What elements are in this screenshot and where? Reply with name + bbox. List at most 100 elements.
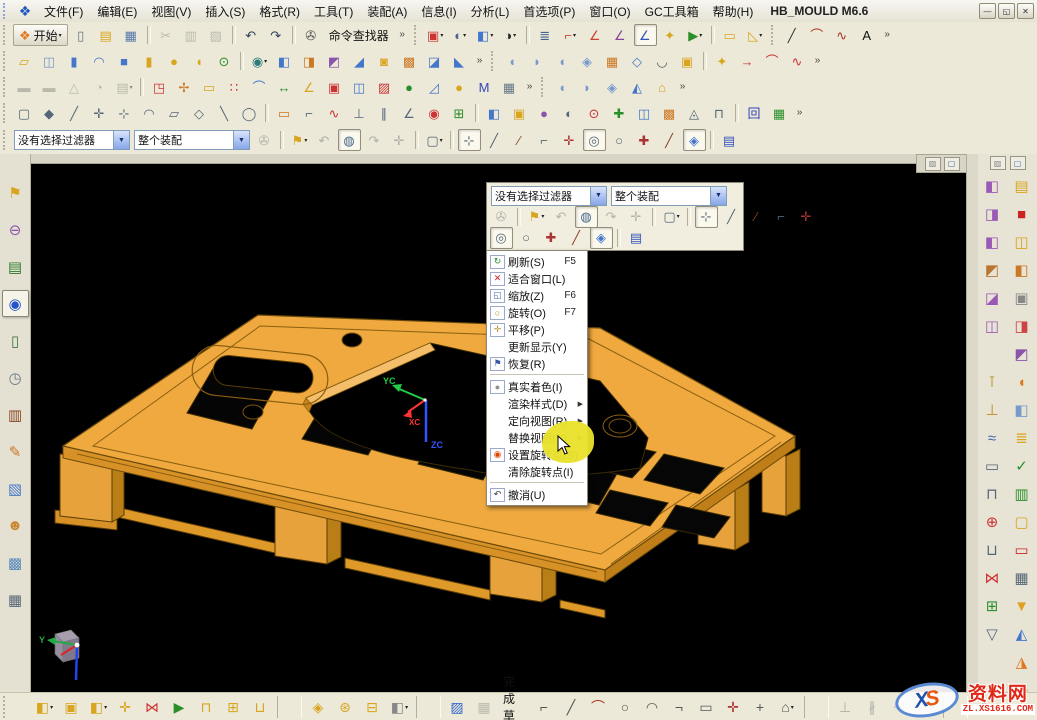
menu-update-display[interactable]: 更新显示(Y) <box>487 338 587 355</box>
sk-trim-icon[interactable]: ¬ <box>667 695 692 719</box>
snap-point-icon[interactable]: ⊹ <box>695 206 718 228</box>
sk-fillet-icon[interactable]: ◠ <box>640 695 665 719</box>
draft-icon[interactable]: ◣ <box>448 50 471 72</box>
snap-line-icon[interactable]: ╱ <box>658 129 681 151</box>
snap-point-icon[interactable]: ⊹ <box>458 129 481 151</box>
blend-icon[interactable]: ◖ <box>188 50 211 72</box>
snap-cross-icon[interactable]: ✛ <box>558 129 581 151</box>
snap-center-icon[interactable]: ◎ <box>490 227 513 249</box>
snap-end-icon[interactable]: ╱ <box>720 206 743 228</box>
menu-undo[interactable]: ↶ 撤消(U) <box>487 486 587 503</box>
hand-icon[interactable]: ✛ <box>625 206 648 228</box>
tool-icon[interactable]: ⊹ <box>113 102 136 124</box>
sk-studio-icon[interactable]: ⌂▾ <box>775 695 800 719</box>
line-icon[interactable]: ╱ <box>781 24 804 46</box>
mold-tool-icon[interactable]: ⋈ <box>979 565 1005 591</box>
vp-mini2-icon[interactable]: ▢ <box>944 157 960 171</box>
selection-scope-dropdown[interactable]: 整个装配 ▼ <box>134 130 250 150</box>
arc-icon[interactable]: ⌒ <box>806 24 829 46</box>
close-button[interactable]: ✕ <box>1017 3 1034 19</box>
mold-stack-icon[interactable]: ≣ <box>1009 425 1035 451</box>
people-icon[interactable]: ☻ <box>2 512 29 539</box>
tool-icon[interactable]: ◠ <box>138 102 161 124</box>
rect-select-icon[interactable]: ▢▾ <box>423 129 446 151</box>
copy-icon[interactable]: ▥ <box>180 24 203 46</box>
menu-item[interactable]: 分析(L) <box>464 1 517 22</box>
chevron-down-icon[interactable]: ▼ <box>590 187 606 205</box>
menu-zoom[interactable]: ◱ 缩放(Z) F6 <box>487 287 587 304</box>
add-component-icon[interactable]: ◧▾ <box>86 695 111 719</box>
frame-icon[interactable]: ▢ <box>1010 156 1026 170</box>
menu-item[interactable]: 装配(A) <box>360 1 414 22</box>
cut-icon[interactable]: ✂ <box>155 24 178 46</box>
mold-tool-icon[interactable]: ◫ <box>979 313 1005 339</box>
tool-icon[interactable]: ▣ <box>508 102 531 124</box>
restore-button[interactable]: ◱ <box>998 3 1015 19</box>
assembly-find-icon[interactable]: ▣ <box>59 695 84 719</box>
tool-icon[interactable]: ◉ <box>423 102 446 124</box>
undo-sel-icon[interactable]: ↶ <box>313 129 336 151</box>
tool-icon[interactable]: ⊥ <box>348 102 371 124</box>
shaded-display-icon[interactable]: ◐▾ <box>449 24 472 46</box>
tool-icon[interactable]: ◐ <box>558 102 581 124</box>
gold-ball-icon[interactable]: ● <box>448 76 471 98</box>
mold-tool-icon[interactable]: ▭ <box>979 453 1005 479</box>
tool-icon[interactable]: ▢ <box>13 102 36 124</box>
mold-tool-icon[interactable]: ◪▾ <box>979 285 1005 311</box>
ruler-icon[interactable]: ▭ <box>719 24 742 46</box>
mold-tool-icon[interactable]: ◧▾ <box>979 173 1005 199</box>
tool-icon[interactable]: » <box>881 24 895 46</box>
profile-icon[interactable]: ⌐ <box>532 695 557 719</box>
chevron-down-icon[interactable]: ▼ <box>710 187 726 205</box>
history-clock-icon[interactable]: ◷ <box>2 364 29 391</box>
bound-plane-icon[interactable]: ▣ <box>676 50 699 72</box>
assembly-icon[interactable]: ◧▾ <box>32 695 57 719</box>
fit-window-icon[interactable]: ▣▾ <box>424 24 447 46</box>
chevron-down-icon[interactable]: ▼ <box>113 131 129 149</box>
mold-arrow-icon[interactable]: ◮ <box>1009 649 1035 675</box>
menu-item[interactable]: 编辑(E) <box>90 1 144 22</box>
snap-end-icon[interactable]: ╱ <box>483 129 506 151</box>
tool-icon[interactable]: ◆ <box>38 102 61 124</box>
tool-icon[interactable]: ▤▾ <box>113 76 136 98</box>
curve-mesh-icon[interactable]: ◖ <box>551 50 574 72</box>
orient-csys-icon[interactable]: ∠ <box>634 24 657 46</box>
snap-face-icon[interactable]: ◈ <box>590 227 613 249</box>
tool-icon[interactable]: ⊓ <box>708 102 731 124</box>
tool-icon[interactable]: ◭ <box>626 76 649 98</box>
mold-gate-icon[interactable]: ▼ <box>1009 593 1035 619</box>
tool-icon[interactable]: ⌐ <box>298 102 321 124</box>
snap-cross-icon[interactable]: ✛ <box>795 206 818 228</box>
snap-center-icon[interactable]: ◎ <box>583 129 606 151</box>
undo-sel-icon[interactable]: ↶ <box>550 206 573 228</box>
slope-analysis-icon[interactable]: ◿ <box>423 76 446 98</box>
tool-icon[interactable]: ∥ <box>373 102 396 124</box>
tool-icon[interactable]: ⊙ <box>583 102 606 124</box>
studio-surface-icon[interactable]: ▦ <box>601 50 624 72</box>
structure-icon[interactable]: ⊟ <box>360 695 385 719</box>
snap-line-icon[interactable]: ╱ <box>565 227 588 249</box>
select-flag-icon[interactable]: ⚑▾ <box>525 206 548 228</box>
open-icon[interactable]: ▤ <box>95 24 118 46</box>
flag-icon[interactable]: ▶▾ <box>684 24 707 46</box>
polyline-icon[interactable]: ∿ <box>831 24 854 46</box>
menubar-grip[interactable] <box>3 3 10 19</box>
menu-refresh[interactable]: ↻ 刷新(S) F5 <box>487 253 587 270</box>
wave-link-icon[interactable]: ◈ <box>306 695 331 719</box>
find-icon[interactable]: ✇ <box>490 206 513 228</box>
selbar-grip[interactable] <box>3 130 9 150</box>
measure-distance-icon[interactable]: ↔ <box>273 76 296 98</box>
clip-icon[interactable]: ▨ <box>990 156 1006 170</box>
snap-face-icon[interactable]: ◈ <box>683 129 706 151</box>
menu-item[interactable]: GC工具箱 <box>638 1 706 22</box>
menu-item[interactable]: 窗口(O) <box>582 1 637 22</box>
tool-icon[interactable]: ▱ <box>163 102 186 124</box>
snap-corner-icon[interactable]: ⌐ <box>533 129 556 151</box>
bridge-curve-icon[interactable]: ⌒ <box>761 50 784 72</box>
shell-icon[interactable]: ◙ <box>373 50 396 72</box>
sheet-icon[interactable]: ◡ <box>651 50 674 72</box>
text-icon[interactable]: A <box>856 24 879 46</box>
panel-scope-dropdown[interactable]: 整个装配 ▼ <box>611 186 727 206</box>
revolve-icon[interactable]: ◠ <box>88 50 111 72</box>
mold-tool-icon[interactable]: ⊕ <box>979 509 1005 535</box>
